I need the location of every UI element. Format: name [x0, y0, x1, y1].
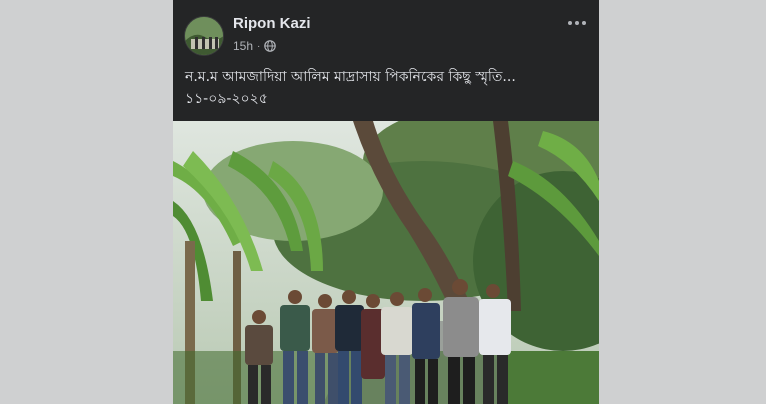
more-options-icon[interactable]	[565, 14, 589, 32]
avatar-image	[185, 17, 223, 55]
caption-line-1: ন.ম.ম আমজাদিয়া আলিম মাদ্রাসায় পিকনিকের…	[185, 69, 516, 85]
author-name[interactable]: Ripon Kazi	[233, 15, 311, 32]
meta-separator: ·	[257, 40, 261, 52]
globe-icon[interactable]	[264, 40, 277, 52]
post-header: Ripon Kazi 15h ·	[173, 0, 599, 60]
caption-line-2: ১১-০৯-২০২৫	[185, 91, 268, 107]
post-caption: ন.ম.ম আমজাদিয়া আলিম মাদ্রাসায় পিকনিকের…	[185, 66, 589, 110]
facebook-post: Ripon Kazi 15h · ন.ম.ম আমজাদিয়া আলিম মা…	[173, 0, 599, 404]
post-time[interactable]: 15h	[233, 39, 253, 53]
group-photo	[173, 121, 599, 404]
avatar[interactable]	[184, 16, 224, 56]
post-meta: 15h ·	[233, 39, 277, 53]
post-photo[interactable]	[173, 121, 599, 404]
